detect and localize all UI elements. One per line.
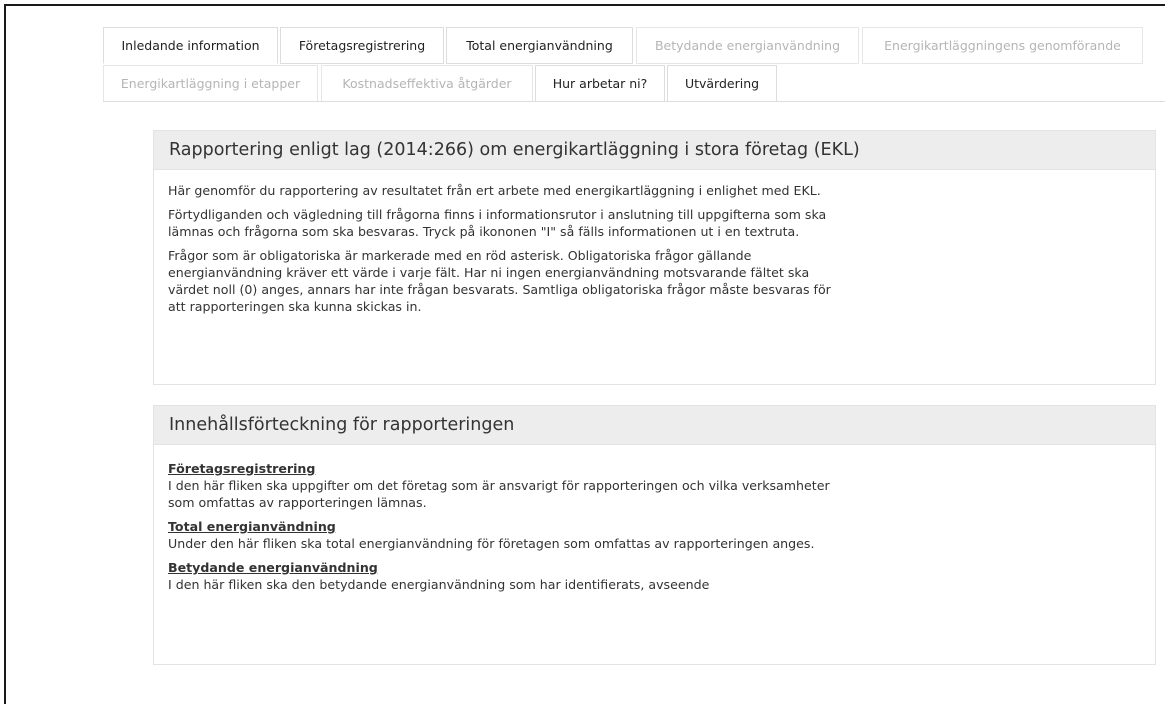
tab-total-energianvandning[interactable]: Total energianvändning [446, 27, 633, 64]
tab-inledande-information[interactable]: Inledande information [103, 27, 278, 64]
toc-section: Total energianvändning Under den här fli… [168, 518, 838, 552]
toc-link-total-energianvandning[interactable]: Total energianvändning [168, 518, 336, 535]
tab-foretagsregistrering[interactable]: Företagsregistrering [280, 27, 444, 64]
intro-paragraph: Frågor som är obligatoriska är markerade… [168, 248, 831, 314]
intro-panel: Rapportering enligt lag (2014:266) om en… [153, 130, 1156, 385]
toc-link-foretagsregistrering[interactable]: Företagsregistrering [168, 460, 315, 477]
tab-kostnadseffektiva-atgarder: Kostnadseffektiva åtgärder [321, 65, 533, 102]
toc-section: Företagsregistrering I den här fliken sk… [168, 460, 838, 511]
toc-description: I den här fliken ska den betydande energ… [168, 577, 710, 592]
toc-section: Betydande energianvändning I den här fli… [168, 559, 838, 593]
tab-hur-arbetar-ni[interactable]: Hur arbetar ni? [535, 65, 665, 102]
toc-link-betydande-energianvandning[interactable]: Betydande energianvändning [168, 559, 378, 576]
toc-heading: Innehållsförteckning för rapporteringen [154, 406, 1155, 445]
toc-panel: Innehållsförteckning för rapporteringen … [153, 405, 1156, 665]
tabs-divider [103, 101, 1165, 102]
tab-energikartlaggning-i-etapper: Energikartläggning i etapper [103, 65, 318, 102]
toc-description: Under den här fliken ska total energianv… [168, 536, 815, 551]
intro-paragraph: Förtydliganden och vägledning till frågo… [168, 207, 827, 239]
intro-paragraph: Här genomför du rapportering av resultat… [168, 183, 821, 198]
tab-betydande-energianvandning: Betydande energianvändning [636, 27, 859, 64]
tab-energikartlaggningens-genomforande: Energikartläggningens genomförande [862, 27, 1143, 64]
toc-description: I den här fliken ska uppgifter om det fö… [168, 478, 830, 510]
toc-body: Företagsregistrering I den här fliken sk… [154, 445, 853, 610]
intro-body: Här genomför du rapportering av resultat… [154, 170, 853, 332]
tab-utvardering[interactable]: Utvärdering [667, 65, 777, 102]
intro-heading: Rapportering enligt lag (2014:266) om en… [154, 131, 1155, 170]
